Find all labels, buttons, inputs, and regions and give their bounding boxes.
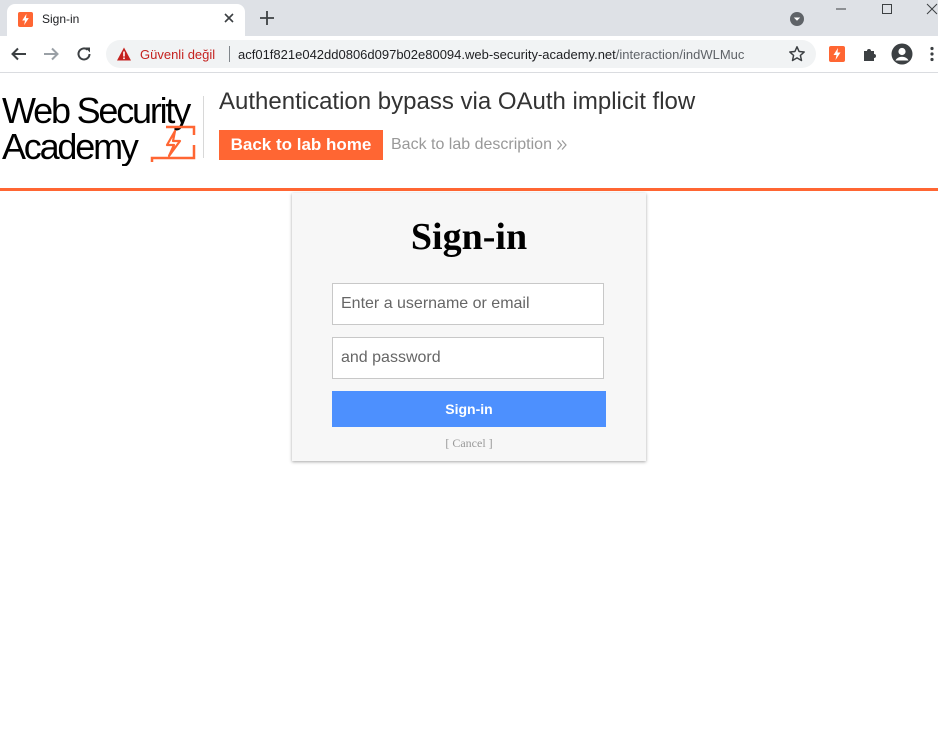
logo-line2: Academy	[2, 126, 139, 166]
minimize-icon[interactable]	[834, 2, 848, 16]
portswigger-extension-icon[interactable]	[829, 46, 845, 62]
back-arrow-icon[interactable]	[10, 45, 28, 63]
url-host: acf01f821e042dd0806d097b02e80094.web-sec…	[238, 47, 616, 62]
address-separator	[229, 46, 230, 62]
extensions-puzzle-icon[interactable]	[861, 45, 879, 63]
browser-tab[interactable]: Sign-in	[7, 4, 245, 36]
logo-graphic: Web Security Academy	[2, 90, 196, 167]
browser-menu-icon[interactable]	[929, 46, 935, 62]
close-tab-icon[interactable]	[221, 10, 237, 26]
new-tab-icon[interactable]	[258, 9, 276, 27]
lab-title: Authentication bypass via OAuth implicit…	[219, 88, 696, 115]
sign-in-button[interactable]: Sign-in	[332, 391, 606, 427]
reload-icon[interactable]	[75, 45, 93, 63]
web-security-academy-logo[interactable]: Web Security Academy	[2, 90, 202, 167]
profile-avatar-icon[interactable]	[891, 43, 913, 65]
username-input[interactable]	[332, 283, 604, 325]
security-status[interactable]: Güvenli değil	[140, 47, 215, 62]
header-divider	[203, 96, 204, 158]
tab-title: Sign-in	[42, 12, 80, 26]
close-window-icon[interactable]	[925, 2, 938, 16]
bookmark-star-icon[interactable]	[788, 45, 806, 63]
sign-in-heading: Sign-in	[410, 216, 528, 258]
maximize-icon[interactable]	[880, 2, 894, 16]
back-to-lab-description-link[interactable]: Back to lab description	[391, 136, 552, 154]
double-chevron-right-icon	[557, 140, 567, 150]
header-orange-rule	[0, 188, 938, 191]
tab-search-icon[interactable]	[789, 11, 805, 27]
url-path: /interaction/indWLMuc	[615, 47, 745, 62]
url-text[interactable]: acf01f821e042dd0806d097b02e80094.web-sec…	[238, 47, 781, 62]
forward-arrow-icon[interactable]	[42, 45, 60, 63]
browser-toolbar: Güvenli değil acf01f821e042dd0806d097b02…	[0, 36, 938, 73]
warning-icon	[117, 47, 131, 61]
address-bar[interactable]: Güvenli değil acf01f821e042dd0806d097b02…	[106, 40, 816, 68]
password-input[interactable]	[332, 337, 604, 379]
tab-strip: Sign-in	[0, 0, 938, 36]
portswigger-favicon-icon	[18, 12, 33, 27]
cancel-link[interactable]: [ Cancel ]	[292, 436, 646, 451]
back-to-lab-home-button[interactable]: Back to lab home	[219, 130, 383, 160]
sign-in-card: Sign-in Sign-in [ Cancel ]	[292, 193, 646, 461]
